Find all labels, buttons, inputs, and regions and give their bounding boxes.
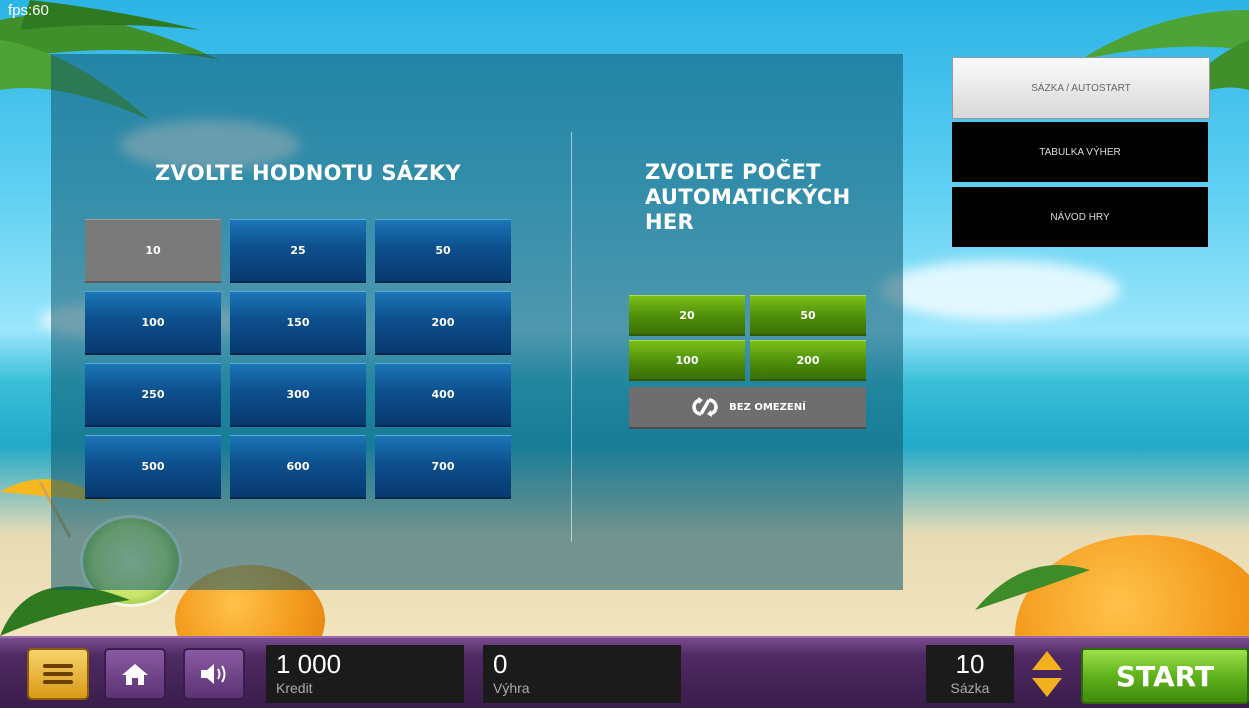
bet-option-button[interactable]: 25 (230, 219, 366, 283)
autoplay-option-button[interactable]: 200 (750, 340, 866, 381)
bet-option-button[interactable]: 150 (230, 291, 366, 355)
home-icon (122, 664, 148, 685)
bet-option-button[interactable]: 500 (85, 435, 221, 499)
tab-game-rules[interactable]: NÁVOD HRY (952, 187, 1208, 247)
autoplay-option-button[interactable]: 100 (629, 340, 745, 381)
tab-bet-autostart[interactable]: SÁZKA / AUTOSTART (952, 57, 1210, 119)
autoplay-count-heading: ZVOLTE POČET AUTOMATICKÝCH HER (645, 160, 851, 234)
unlimited-autoplay-button[interactable]: BEZ OMEZENÍ (629, 387, 866, 429)
credit-display: 1 000 Kredit (266, 645, 464, 703)
start-button[interactable]: START (1081, 648, 1249, 704)
credit-value: 1 000 (276, 649, 342, 679)
bet-option-button[interactable]: 250 (85, 363, 221, 427)
bet-option-button[interactable]: 300 (230, 363, 366, 427)
bet-value-grid: 10 25 50 100 150 200 250 300 400 500 600… (85, 219, 511, 499)
autoplay-option-button[interactable]: 20 (629, 295, 745, 336)
bet-option-button[interactable]: 100 (85, 291, 221, 355)
fps-counter: fps:60 (8, 2, 49, 19)
bet-option-button[interactable]: 50 (375, 219, 511, 283)
bet-value-heading: ZVOLTE HODNOTU SÁZKY (155, 161, 461, 185)
home-button[interactable] (104, 648, 166, 700)
bet-option-button[interactable]: 400 (375, 363, 511, 427)
bet-option-button[interactable]: 200 (375, 291, 511, 355)
menu-button[interactable] (27, 648, 89, 700)
speaker-icon (201, 664, 226, 684)
tab-paytable[interactable]: TABULKA VÝHER (952, 122, 1208, 182)
sound-button[interactable] (183, 648, 245, 700)
bet-option-button[interactable]: 600 (230, 435, 366, 499)
leaf-decoration (975, 565, 1090, 610)
autoplay-count-grid: 20 50 100 200 (629, 295, 866, 381)
bet-autostart-panel: ZVOLTE HODNOTU SÁZKY 10 25 50 100 150 20… (51, 54, 903, 590)
unlimited-label: BEZ OMEZENÍ (729, 401, 806, 413)
autoplay-option-button[interactable]: 50 (750, 295, 866, 336)
win-label: Výhra (493, 680, 530, 696)
bet-adjust-button[interactable] (1031, 650, 1063, 698)
infinite-loop-icon (692, 397, 718, 417)
bet-label: Sázka (950, 680, 990, 696)
win-display: 0 Výhra (483, 645, 681, 703)
bet-option-button[interactable]: 10 (85, 219, 221, 283)
bet-option-button[interactable]: 700 (375, 435, 511, 499)
panel-divider (571, 132, 572, 542)
bet-display: 10 Sázka (926, 645, 1014, 703)
credit-label: Kredit (276, 680, 313, 696)
bet-value: 10 (955, 649, 985, 679)
hamburger-icon (43, 664, 73, 684)
win-value: 0 (493, 649, 508, 679)
up-down-arrows-icon (1032, 651, 1062, 697)
